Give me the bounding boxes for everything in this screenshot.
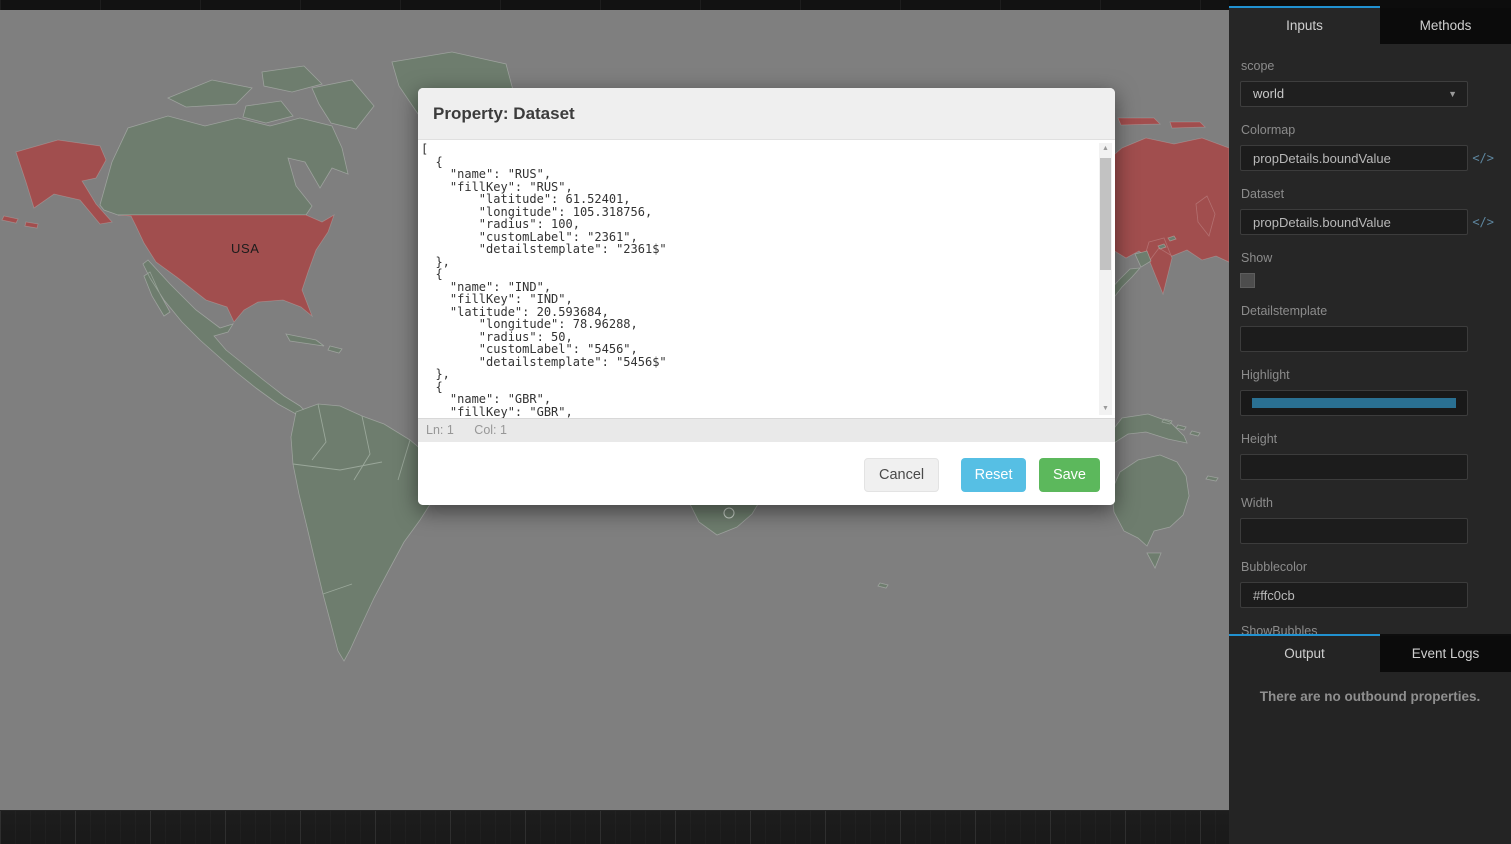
highlight-label: Highlight [1241, 368, 1468, 382]
country-australia[interactable] [1112, 455, 1189, 568]
colormap-input[interactable] [1240, 145, 1468, 171]
scroll-down-icon[interactable]: ▼ [1099, 403, 1112, 415]
show-checkbox[interactable] [1240, 273, 1255, 288]
scope-selected-value: world [1253, 86, 1284, 101]
line-indicator: Ln: 1 [426, 423, 454, 437]
scope-select[interactable]: world ▼ [1240, 81, 1468, 107]
field-highlight: Highlight [1240, 368, 1468, 416]
output-tabbar: Output Event Logs [1229, 634, 1511, 672]
scope-label: scope [1241, 59, 1468, 73]
canvas-top-grid [0, 0, 1229, 10]
modal-title: Property: Dataset [418, 88, 1115, 140]
tab-inputs[interactable]: Inputs [1229, 6, 1380, 44]
usa-map-label: USA [231, 241, 260, 256]
detailstemplate-label: Detailstemplate [1241, 304, 1468, 318]
dataset-code-area: [ { "name": "RUS", "fillKey": "RUS", "la… [418, 140, 1115, 418]
code-bind-icon[interactable]: </> [1472, 151, 1494, 165]
canvas-bottom-grid [0, 810, 1229, 844]
tab-event-logs[interactable]: Event Logs [1380, 634, 1511, 672]
sidebar-tabbar: Inputs Methods [1229, 0, 1511, 44]
save-button[interactable]: Save [1039, 458, 1100, 492]
show-label: Show [1241, 251, 1468, 265]
cancel-button[interactable]: Cancel [864, 458, 939, 492]
column-indicator: Col: 1 [474, 423, 507, 437]
width-label: Width [1241, 496, 1468, 510]
detailstemplate-input[interactable] [1240, 326, 1468, 352]
field-dataset: Dataset </> [1240, 187, 1468, 235]
region-asia[interactable] [1104, 118, 1229, 305]
height-label: Height [1241, 432, 1468, 446]
output-panel: Output Event Logs There are no outbound … [1229, 634, 1511, 844]
width-input[interactable] [1240, 518, 1468, 544]
field-show: Show [1240, 251, 1468, 288]
small-island [878, 583, 888, 588]
no-outbound-properties-message: There are no outbound properties. [1229, 689, 1511, 704]
modal-footer: Cancel Reset Save [418, 442, 1115, 505]
properties-sidebar: Inputs Methods scope world ▼ Colormap </… [1229, 0, 1511, 844]
colormap-label: Colormap [1241, 123, 1468, 137]
code-bind-icon[interactable]: </> [1472, 215, 1494, 229]
app-root: USA [0, 0, 1511, 844]
tab-methods[interactable]: Methods [1380, 6, 1511, 44]
dataset-code-editor[interactable]: [ { "name": "RUS", "fillKey": "RUS", "la… [418, 140, 1115, 418]
chevron-down-icon: ▼ [1448, 82, 1457, 106]
dataset-label: Dataset [1241, 187, 1468, 201]
field-detailstemplate: Detailstemplate [1240, 304, 1468, 352]
bubblecolor-input[interactable] [1240, 582, 1468, 608]
tab-output[interactable]: Output [1229, 634, 1380, 672]
reset-button[interactable]: Reset [961, 458, 1027, 492]
bubblecolor-label: Bubblecolor [1241, 560, 1468, 574]
highlight-input[interactable] [1240, 390, 1468, 416]
region-oceania[interactable] [1108, 414, 1218, 568]
scroll-up-icon[interactable]: ▲ [1099, 143, 1112, 155]
editor-scrollbar[interactable]: ▲ ▼ [1099, 143, 1112, 415]
country-usa-alaska[interactable] [2, 140, 112, 228]
property-dataset-modal: Property: Dataset [ { "name": "RUS", "fi… [418, 88, 1115, 505]
arctic-islands[interactable] [168, 66, 374, 129]
height-input[interactable] [1240, 454, 1468, 480]
caribbean-islands[interactable] [286, 334, 342, 353]
editor-status-bar: Ln: 1 Col: 1 [418, 418, 1115, 442]
inputs-field-list: scope world ▼ Colormap </> Dataset </> S… [1229, 59, 1511, 638]
scrollbar-thumb[interactable] [1100, 158, 1111, 270]
field-width: Width [1240, 496, 1468, 544]
field-colormap: Colormap </> [1240, 123, 1468, 171]
field-scope: scope world ▼ [1240, 59, 1468, 107]
dataset-input[interactable] [1240, 209, 1468, 235]
highlight-color-bar [1252, 398, 1456, 408]
country-russia[interactable] [1104, 118, 1229, 294]
field-height: Height [1240, 432, 1468, 480]
country-lesotho[interactable] [724, 508, 734, 518]
country-canada[interactable] [100, 116, 348, 215]
field-bubblecolor: Bubblecolor [1240, 560, 1468, 608]
